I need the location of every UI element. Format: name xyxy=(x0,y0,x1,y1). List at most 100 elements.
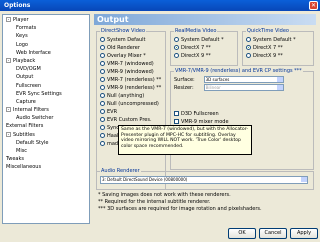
tree-item[interactable]: Logo xyxy=(3,41,89,49)
radio-option[interactable]: DirectX 7 ** xyxy=(246,44,310,52)
radio-option[interactable]: EVR Custom Pres. xyxy=(100,116,162,124)
tree-item-label: Player xyxy=(13,17,29,23)
resizer-select[interactable]: Bilinear xyxy=(203,84,284,91)
vmr-checkbox-option[interactable]: D3D Fullscreen xyxy=(174,110,310,118)
radio-button[interactable] xyxy=(100,61,105,66)
radio-option[interactable]: Overlay Mixer * xyxy=(100,52,162,60)
audio-renderer-select[interactable]: 3: Default DirectSound Device (00800000) xyxy=(100,176,308,184)
collapse-icon[interactable]: - xyxy=(6,57,11,63)
chevron-down-icon xyxy=(301,177,307,182)
collapse-icon[interactable]: - xyxy=(6,131,11,137)
audio-renderer-legend: Audio Renderer xyxy=(101,168,140,174)
checkbox[interactable] xyxy=(174,111,179,116)
tree-item[interactable]: Web Interface xyxy=(3,49,89,57)
radio-option[interactable]: VMR-9 (renderless) ** xyxy=(100,84,162,92)
radio-label: VMR-7 (windowed) xyxy=(107,61,154,67)
tree-item-label: Fullscreen xyxy=(16,82,42,89)
tree-item[interactable]: Output xyxy=(3,73,89,81)
radio-option[interactable]: System Default * xyxy=(246,36,310,44)
options-tree[interactable]: - Player Formats Keys Logo Web Interface - Play… xyxy=(2,14,90,224)
collapse-icon[interactable]: - xyxy=(6,17,11,22)
radio-option[interactable]: VMR-9 (windowed) xyxy=(100,68,162,76)
radio-label: Overlay Mixer * xyxy=(107,53,146,59)
audio-renderer-group: Audio Renderer 3: Default DirectSound De… xyxy=(96,168,314,190)
radio-button[interactable] xyxy=(246,37,251,42)
chevron-down-icon xyxy=(276,85,283,90)
radio-option[interactable]: Null (anything) xyxy=(100,92,162,100)
radio-option[interactable]: DirectX 7 ** xyxy=(174,44,234,52)
checkbox-label: D3D Fullscreen xyxy=(181,111,219,117)
tree-item[interactable]: - Playback xyxy=(3,57,89,65)
realmedia-video-group: RealMedia Video System Default * DirectX … xyxy=(170,28,238,66)
collapse-icon[interactable]: - xyxy=(6,107,11,113)
radio-label: VMR-7 (renderless) ** xyxy=(107,77,162,83)
radio-button[interactable] xyxy=(100,53,105,58)
radio-label: DirectX 9 ** xyxy=(253,53,283,59)
tree-item-label: Misc xyxy=(16,148,28,154)
tree-item[interactable]: Audio Switcher xyxy=(3,114,89,122)
radio-option[interactable]: DirectX 9 ** xyxy=(246,52,310,60)
tree-item[interactable]: DVD/OGM xyxy=(3,65,89,73)
radio-option[interactable]: System Default xyxy=(100,36,162,44)
radio-option[interactable]: VMR-7 (windowed) xyxy=(100,60,162,68)
radio-button[interactable] xyxy=(100,69,105,74)
cancel-button[interactable]: Cancel xyxy=(259,228,287,239)
radio-button[interactable] xyxy=(100,45,105,50)
radio-button[interactable] xyxy=(100,85,105,90)
radio-option[interactable]: Null (uncompressed) xyxy=(100,100,162,108)
tree-item[interactable]: External Filters xyxy=(3,122,89,130)
tree-item-label: DVD/OGM xyxy=(16,66,41,73)
tree-item[interactable]: Tweaks xyxy=(3,155,89,163)
close-button[interactable]: ✕ xyxy=(309,1,318,10)
radio-button[interactable] xyxy=(100,117,105,122)
radio-button[interactable] xyxy=(174,45,179,50)
radio-button[interactable] xyxy=(100,37,105,42)
radio-option[interactable]: EVR xyxy=(100,108,162,116)
radio-button[interactable] xyxy=(100,141,105,146)
window-title: Options xyxy=(4,2,31,9)
radio-label: System Default * xyxy=(253,37,296,43)
quicktime-video-group: QuickTime Video System Default * DirectX … xyxy=(242,28,314,66)
radio-label: Old Renderer xyxy=(107,45,140,51)
apply-button[interactable]: Apply xyxy=(290,228,318,239)
tree-item[interactable]: Misc xyxy=(3,147,89,155)
radio-button[interactable] xyxy=(100,109,105,114)
radio-label: EVR Custom Pres. xyxy=(107,117,152,123)
radio-option[interactable]: System Default * xyxy=(174,36,234,44)
tree-item[interactable]: - Player xyxy=(3,16,89,24)
tree-item[interactable]: Keys xyxy=(3,32,89,40)
footnotes: * Saving images does not work with these… xyxy=(98,192,318,213)
radio-label: Null (uncompressed) xyxy=(107,101,159,107)
ok-button[interactable]: OK xyxy=(228,228,256,239)
radio-button[interactable] xyxy=(100,93,105,98)
tooltip-text: Same as the VMR-7 (windowed), but with t… xyxy=(121,127,248,150)
radio-option[interactable]: VMR-7 (renderless) ** xyxy=(100,76,162,84)
tree-item[interactable]: Miscellaneous xyxy=(3,163,89,171)
radio-button[interactable] xyxy=(100,133,105,138)
radio-button[interactable] xyxy=(246,53,251,58)
tree-item-label: Capture xyxy=(16,98,36,105)
tree-item[interactable]: - Internal Filters xyxy=(3,106,89,114)
tree-item[interactable]: Capture xyxy=(3,98,89,106)
tree-item[interactable]: Fullscreen xyxy=(3,82,89,90)
radio-button[interactable] xyxy=(174,37,179,42)
radio-option[interactable]: Old Renderer xyxy=(100,44,162,52)
tree-item[interactable]: Default Style xyxy=(3,139,89,147)
checkbox[interactable] xyxy=(174,119,179,124)
directshow-video-group: DirectShow Video System Default Old Rende… xyxy=(96,28,166,190)
tree-item[interactable]: Formats xyxy=(3,24,89,32)
tree-item[interactable]: - Subtitles xyxy=(3,131,89,139)
radio-button[interactable] xyxy=(246,45,251,50)
radio-option[interactable]: DirectX 9 ** xyxy=(174,52,234,60)
radio-button[interactable] xyxy=(100,77,105,82)
surface-select[interactable]: 3D surfaces xyxy=(203,76,284,83)
tree-item-label: Miscellaneous xyxy=(6,164,42,171)
radio-button[interactable] xyxy=(174,53,179,58)
tree-item-label: External Filters xyxy=(6,123,44,130)
resizer-label: Resizer: xyxy=(174,85,194,91)
radio-button[interactable] xyxy=(100,125,105,130)
radio-label: VMR-9 (windowed) xyxy=(107,69,154,75)
tree-item-label: Default Style xyxy=(16,139,49,146)
tree-item[interactable]: EVR Sync Settings xyxy=(3,90,89,98)
radio-button[interactable] xyxy=(100,101,105,106)
